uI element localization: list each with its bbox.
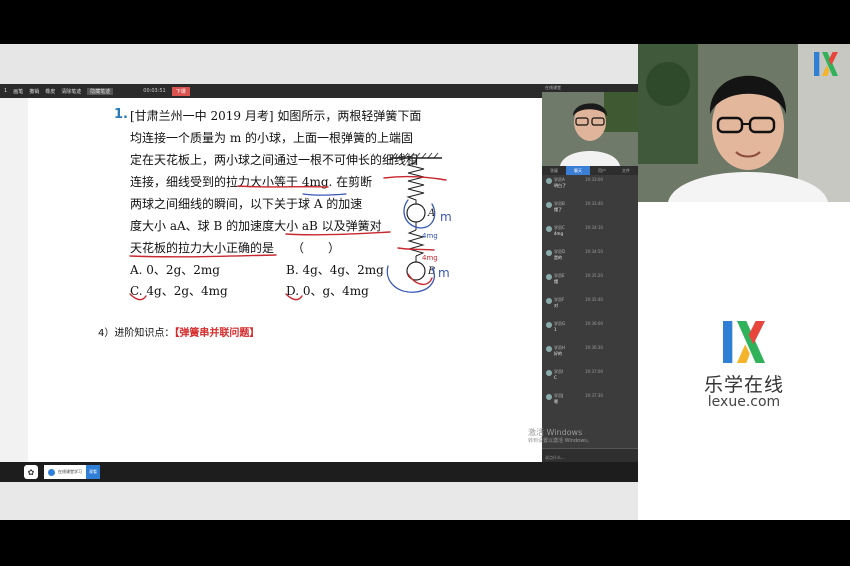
- chat-message: 学员D 19:34:50 是的: [545, 249, 635, 263]
- toolbar-item-hide[interactable]: 隐藏笔迹: [87, 87, 114, 95]
- taskbar-task-label: 在线课堂学习: [58, 469, 82, 474]
- taskbar: ✿ 在线课堂学习 观看: [0, 462, 638, 482]
- brand-logo-small-icon: [814, 52, 838, 76]
- chat-text: 1: [554, 327, 557, 332]
- advanced-topic: 4）进阶知识点：【弹簧串并联问题】: [98, 324, 259, 339]
- option-a: A. 0、2g、2mg: [130, 263, 220, 277]
- option-d: D. 0、g、4mg: [286, 284, 369, 298]
- question-number: 1.: [114, 107, 128, 122]
- chat-message: 学员H 19:36:30 好的: [545, 345, 635, 359]
- tab-files[interactable]: 文件: [614, 166, 638, 175]
- chat-message: 学员G 19:36:00 1: [545, 321, 635, 335]
- brand-panel: 乐学在线 lexue.com: [638, 202, 850, 520]
- chat-time: 19:34:10: [585, 225, 603, 230]
- taskbar-task-button[interactable]: 观看: [86, 465, 100, 479]
- chat-text: 嗯: [554, 399, 558, 404]
- teacher-webcam-small: [542, 92, 638, 166]
- tab-users[interactable]: 用户: [590, 166, 614, 175]
- chat-message: 学员E 19:35:20 懂: [545, 273, 635, 287]
- brand-url: lexue.com: [707, 394, 781, 410]
- question-line-2: 均连接一个质量为 m 的小球，上面一根弹簧的上端固: [130, 131, 414, 145]
- avatar: [546, 226, 552, 232]
- question-line-3: 定在天花板上，两小球之间通过一根不可伸长的细线相: [130, 153, 419, 167]
- question-line-5: 两球之间细线的瞬间，以下关于球 A 的加速: [130, 197, 363, 211]
- panel-header: 在线课堂: [542, 84, 638, 92]
- chat-message: 学员F 19:35:40 对: [545, 297, 635, 311]
- chat-time: 19:33:00: [585, 177, 603, 182]
- question-line-7: 天花板的拉力大小正确的是 （ ）: [130, 241, 341, 255]
- ink-label-4mg-lower: 4mg: [422, 254, 438, 262]
- ink-label-4mg-upper: 4mg: [422, 232, 438, 240]
- toolbar-item-pen[interactable]: 画笔: [13, 88, 23, 95]
- webcam-person-small: [542, 92, 638, 166]
- chat-time: 19:37:00: [585, 369, 603, 374]
- panel-tabs: 答疑 聊天 用户 文件: [542, 166, 638, 175]
- question-line-6: 度大小 aA、球 B 的加速度大小 aB 以及弹簧对: [130, 219, 382, 233]
- end-class-button[interactable]: 下课: [171, 86, 190, 96]
- windows-icon: ✿: [27, 467, 35, 477]
- chat-text: 好的: [554, 351, 562, 356]
- option-c: C. 4g、2g、4mg: [130, 284, 228, 298]
- avatar: [546, 178, 552, 184]
- avatar: [546, 250, 552, 256]
- toolbar-item-1[interactable]: 1: [4, 88, 7, 94]
- advanced-highlight: 【弹簧串并联问题】: [174, 328, 260, 339]
- watermark-line-2: 转到设置以激活 Windows。: [528, 438, 592, 444]
- top-band: [0, 44, 638, 84]
- advanced-prefix: 4）进阶知识点：: [98, 328, 175, 339]
- toolbar-item-undo[interactable]: 撤销: [29, 88, 39, 95]
- chat-message: 学员A 19:33:00 明白了: [545, 177, 635, 191]
- teacher-webcam-large: [638, 44, 850, 202]
- chat-text: 懂了: [554, 207, 562, 212]
- screen: 1 画笔 撤销 橡皮 清除笔迹 隐藏笔迹 00:03:51 下课 1. [甘肃兰…: [0, 0, 850, 566]
- chat-time: 19:35:40: [585, 297, 603, 302]
- avatar: [546, 322, 552, 328]
- chat-text: 对: [554, 303, 558, 308]
- watermark-line-1: 激活 Windows: [528, 428, 583, 437]
- chat-message: 学员B 19:33:40 懂了: [545, 201, 635, 215]
- avatar: [546, 346, 552, 352]
- chat-text: C: [554, 375, 557, 380]
- class-timer: 00:03:51: [143, 88, 166, 94]
- taskbar-task[interactable]: 在线课堂学习: [44, 465, 86, 479]
- bottom-band: [0, 482, 638, 520]
- ink-label-m-b: m: [438, 266, 450, 280]
- side-panel: 在线课堂 答疑 聊天 用户 文件 学员A 19:33:00 明白了 学员B 19:33…: [542, 84, 638, 482]
- chat-text: 是的: [554, 255, 562, 260]
- chat-message: 学员I 19:37:00 C: [545, 369, 635, 383]
- ball-b-label: B: [428, 266, 436, 277]
- avatar: [546, 370, 552, 376]
- avatar: [546, 202, 552, 208]
- ball-a-label: A: [428, 208, 436, 219]
- chat-message: 学员C 19:34:10 4mg: [545, 225, 635, 239]
- chat-text: 懂: [554, 279, 558, 284]
- option-b: B. 4g、4g、2mg: [286, 263, 384, 277]
- chat-message: 学员J 19:37:30 嗯: [545, 393, 635, 407]
- tab-chat[interactable]: 聊天: [566, 166, 590, 175]
- avatar: [546, 274, 552, 280]
- chat-time: 19:35:20: [585, 273, 603, 278]
- slide: 1. [甘肃兰州一中 2019 月考] 如图所示，两根轻弹簧下面 均连接一个质量…: [28, 98, 542, 462]
- avatar: [546, 394, 552, 400]
- chat-list[interactable]: 学员A 19:33:00 明白了 学员B 19:33:40 懂了 学员C 19:34:10…: [542, 175, 638, 447]
- avatar: [546, 298, 552, 304]
- chat-text: 4mg: [554, 231, 563, 236]
- question-line-4: 连接，细线受到的拉力大小等于 4mg. 在剪断: [130, 175, 373, 189]
- ink-label-m-a: m: [440, 210, 452, 224]
- chat-time: 19:34:50: [585, 249, 603, 254]
- brand-logo-icon: [723, 321, 765, 363]
- start-button[interactable]: ✿: [24, 465, 38, 479]
- chat-time: 19:36:30: [585, 345, 603, 350]
- question-line-1: [甘肃兰州一中 2019 月考] 如图所示，两根轻弹簧下面: [130, 109, 422, 123]
- chat-text: 明白了: [554, 183, 566, 188]
- browser-icon: [48, 468, 55, 476]
- tab-qa[interactable]: 答疑: [542, 166, 566, 175]
- toolbar-item-clear[interactable]: 清除笔迹: [61, 88, 81, 95]
- brand-name: 乐学在线: [703, 374, 784, 396]
- toolbar-item-eraser[interactable]: 橡皮: [45, 88, 55, 95]
- chat-time: 19:37:30: [585, 393, 603, 398]
- chat-time: 19:36:00: [585, 321, 603, 326]
- chat-time: 19:33:40: [585, 201, 603, 206]
- activation-watermark: 激活 Windows 转到设置以激活 Windows。: [528, 428, 592, 446]
